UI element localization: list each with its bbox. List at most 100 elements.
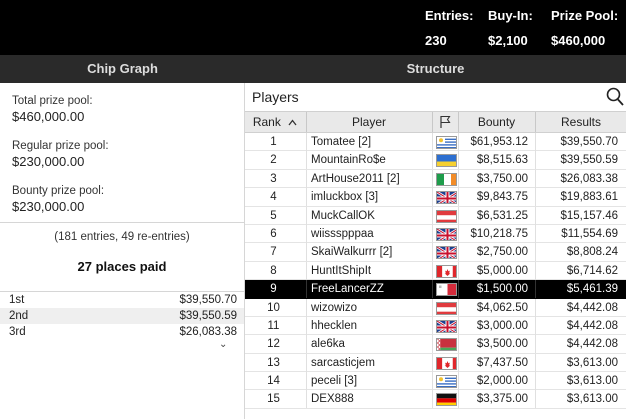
payout-place: 1st — [9, 294, 25, 306]
bounty-cell: $7,437.50 — [476, 356, 528, 369]
bounty-cell: $5,000.00 — [476, 264, 528, 277]
buyin-value: $2,100 — [488, 33, 528, 48]
column-divider — [432, 261, 433, 280]
total-prize-pool-label: Total prize pool: — [12, 95, 93, 107]
tab-chip-graph[interactable]: Chip Graph — [0, 55, 245, 83]
country-flag-cell — [434, 299, 458, 317]
payout-row: 2nd $39,550.59 — [0, 308, 244, 324]
payout-row: 3rd $26,083.38 — [0, 324, 244, 340]
rank-cell: 8 — [270, 264, 277, 277]
column-player[interactable]: Player — [307, 112, 431, 132]
rank-cell: 2 — [270, 154, 277, 167]
regular-prize-pool-value: $230,000.00 — [12, 154, 85, 169]
column-divider — [432, 353, 433, 372]
players-panel: Players Rank Player Bounty Results 1 Tom… — [245, 83, 626, 419]
table-row[interactable]: 12 ale6ka $3,500.00 $4,442.08 — [245, 335, 626, 354]
player-name-cell: MuckCallOK — [311, 209, 375, 222]
prize-pool-label: Prize Pool: — [551, 8, 619, 23]
player-name-cell: FreeLancerZZ — [311, 283, 384, 296]
regular-prize-pool: Regular prize pool: $230,000.00 — [12, 140, 109, 169]
bounty-cell: $3,500.00 — [476, 338, 528, 351]
table-row[interactable]: 13 sarcasticjem $7,437.50 $3,613.00 — [245, 353, 626, 373]
column-bounty[interactable]: Bounty — [459, 112, 534, 132]
results-cell: $3,613.00 — [566, 393, 618, 406]
players-table-header: Rank Player Bounty Results — [245, 111, 626, 133]
player-name-cell: wiissspppaa — [311, 227, 374, 240]
chevron-down-icon[interactable]: ⌄ — [219, 339, 227, 350]
table-row[interactable]: 5 MuckCallOK $6,531.25 $15,157.46 — [245, 206, 626, 225]
results-cell: $3,613.00 — [566, 375, 618, 388]
table-row[interactable]: 11 hhecklen $3,000.00 $4,442.08 — [245, 316, 626, 336]
uruguay-flag-icon — [436, 375, 457, 389]
table-row[interactable]: 8 HuntItShipIt $5,000.00 $6,714.62 — [245, 261, 626, 281]
players-title: Players — [252, 89, 299, 105]
bounty-cell: $10,218.75 — [470, 227, 528, 240]
results-cell: $6,714.62 — [566, 264, 618, 277]
column-results[interactable]: Results — [536, 112, 626, 132]
table-row[interactable]: 7 SkaiWalkurrr [2] $2,750.00 $8,808.24 — [245, 243, 626, 262]
country-flag-cell — [434, 335, 458, 353]
search-icon[interactable] — [606, 87, 624, 107]
tournament-stats-bar: Entries: 230 Buy-In: $2,100 Prize Pool: … — [0, 0, 626, 55]
places-paid: 27 places paid — [77, 259, 167, 274]
uk-flag-icon — [436, 227, 457, 241]
table-row[interactable]: 15 DEX888 $3,375.00 $3,613.00 — [245, 390, 626, 409]
total-prize-pool: Total prize pool: $460,000.00 — [12, 95, 93, 124]
column-divider — [432, 151, 433, 170]
table-row[interactable]: 9 FreeLancerZZ $1,500.00 $5,461.39 — [245, 280, 626, 299]
bounty-cell: $4,062.50 — [476, 301, 528, 314]
bounty-cell: $6,531.25 — [476, 209, 528, 222]
flag-icon[interactable] — [433, 112, 457, 132]
country-flag-cell — [434, 372, 458, 390]
country-flag-cell — [434, 170, 458, 188]
results-cell: $3,613.00 — [566, 356, 618, 369]
bounty-cell: $3,000.00 — [476, 319, 528, 332]
table-row[interactable]: 6 wiissspppaa $10,218.75 $11,554.69 — [245, 224, 626, 244]
country-flag-cell — [434, 354, 458, 372]
bounty-cell: $61,953.12 — [470, 136, 528, 148]
results-cell: $4,442.08 — [566, 301, 618, 314]
column-divider — [306, 188, 307, 207]
bounty-cell: $2,750.00 — [476, 246, 528, 259]
country-flag-cell — [434, 225, 458, 243]
canada-flag-icon — [436, 264, 457, 278]
table-row[interactable]: 2 MountainRo$e $8,515.63 $39,550.59 — [245, 151, 626, 170]
rank-cell: 11 — [267, 319, 280, 332]
players-header: Players — [245, 83, 626, 111]
results-cell: $39,550.59 — [560, 154, 618, 167]
player-name-cell: ArtHouse2011 [2] — [311, 172, 400, 185]
column-divider — [306, 261, 307, 280]
results-cell: $15,157.46 — [560, 209, 618, 222]
column-divider — [432, 298, 433, 317]
player-name-cell: HuntItShipIt — [311, 264, 372, 277]
column-divider — [432, 243, 433, 262]
country-flag-cell — [434, 317, 458, 335]
payout-amount: $39,550.59 — [179, 310, 237, 322]
column-rank[interactable]: Rank — [245, 112, 305, 132]
table-row[interactable]: 4 imluckbox [3] $9,843.75 $19,883.61 — [245, 188, 626, 207]
uk-flag-icon — [436, 246, 457, 260]
results-cell: $19,883.61 — [560, 191, 618, 204]
payout-row: 1st $39,550.70 — [0, 292, 244, 308]
austria-flag-icon — [436, 209, 457, 223]
bounty-cell: $1,500.00 — [476, 283, 528, 296]
player-name-cell: DEX888 — [311, 393, 354, 406]
payout-place: 2nd — [9, 310, 29, 322]
table-row[interactable]: 3 ArtHouse2011 [2] $3,750.00 $26,083.38 — [245, 169, 626, 189]
bounty-prize-pool-label: Bounty prize pool: — [12, 185, 105, 197]
country-flag-cell — [434, 188, 458, 206]
column-divider — [306, 390, 307, 409]
table-row[interactable]: 10 wizowizo $4,062.50 $4,442.08 — [245, 298, 626, 317]
column-divider — [432, 188, 433, 207]
column-divider — [306, 298, 307, 317]
sort-ascending-icon — [288, 112, 297, 132]
table-row[interactable]: 14 peceli [3] $2,000.00 $3,613.00 — [245, 372, 626, 391]
rank-cell: 9 — [270, 283, 277, 296]
table-row[interactable]: 1 Tomatee [2] $61,953.12 $39,550.70 — [245, 133, 626, 152]
ukraine-flag-icon — [436, 154, 457, 168]
column-divider — [306, 280, 307, 299]
player-name-cell: hhecklen — [311, 319, 358, 332]
payout-place: 3rd — [9, 326, 26, 338]
column-divider — [432, 280, 433, 299]
tab-structure[interactable]: Structure — [245, 55, 626, 83]
